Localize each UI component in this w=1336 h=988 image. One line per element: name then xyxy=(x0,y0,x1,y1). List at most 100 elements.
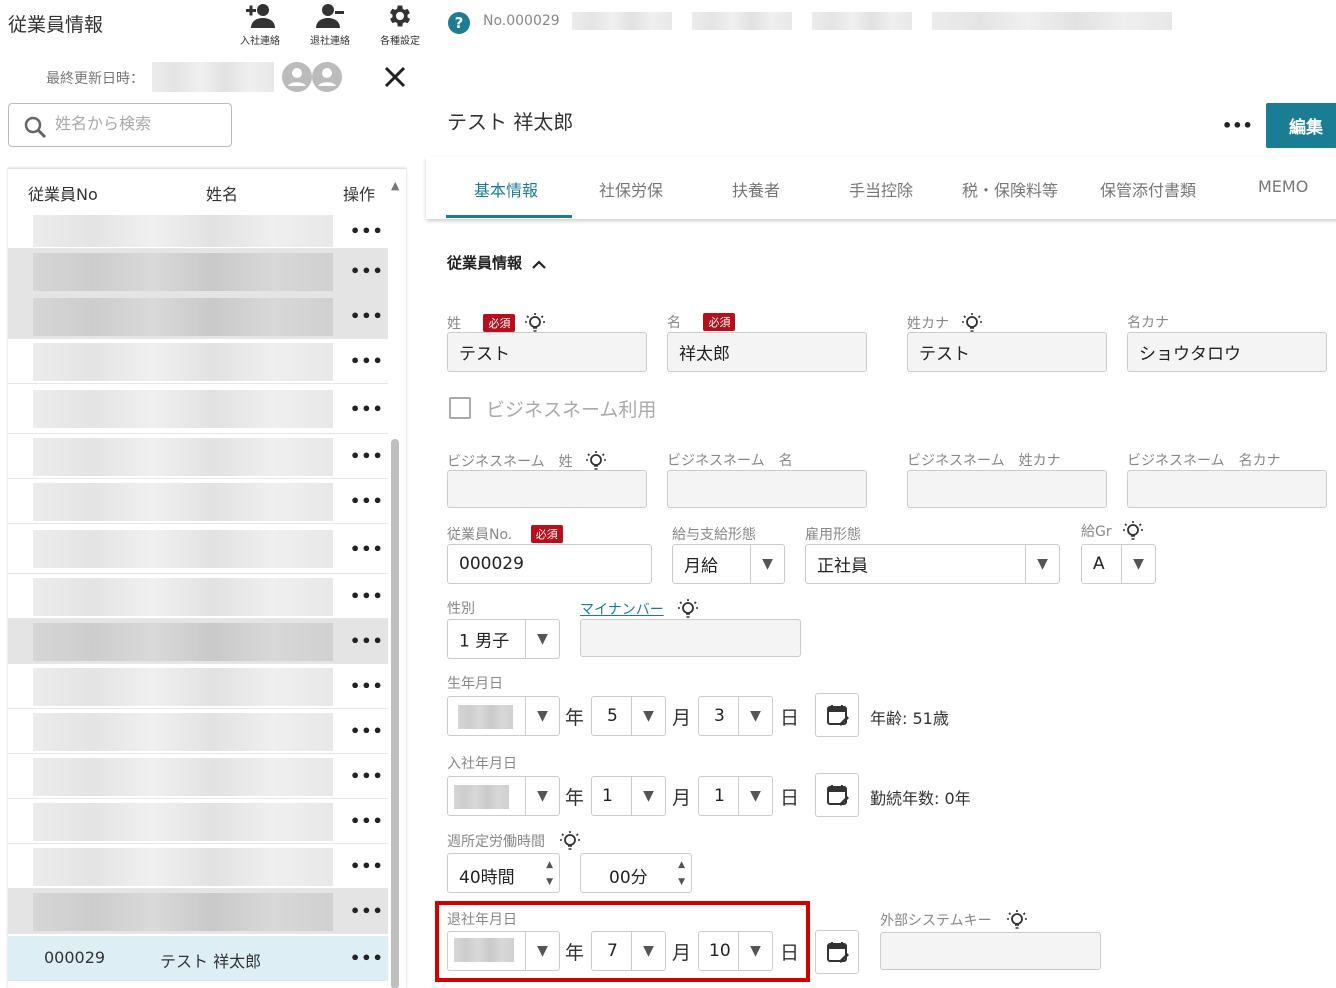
employee-no-field[interactable]: 000029 xyxy=(447,544,652,584)
list-item[interactable]: ••• xyxy=(8,384,388,434)
list-item[interactable]: ••• xyxy=(8,294,388,339)
row-menu-icon[interactable]: ••• xyxy=(350,722,384,741)
bn-sei-field[interactable] xyxy=(447,470,647,508)
row-menu-icon[interactable]: ••• xyxy=(350,812,384,831)
birth-calendar-button[interactable] xyxy=(815,693,859,737)
tab-bar: 基本情報 社保労保 扶養者 手当控除 税・保険料等 保管添付書類 MEMO xyxy=(426,157,1336,219)
mei-kana-field[interactable]: ショウタロウ xyxy=(1127,332,1327,372)
lightbulb-icon[interactable] xyxy=(524,312,546,334)
lightbulb-icon[interactable] xyxy=(677,598,699,620)
row-menu-icon[interactable]: ••• xyxy=(350,767,384,786)
lightbulb-icon[interactable] xyxy=(961,312,983,334)
row-menu-icon[interactable]: ••• xyxy=(350,352,384,371)
row-menu-icon[interactable]: ••• xyxy=(350,632,384,651)
row-menu-icon[interactable]: ••• xyxy=(350,399,384,418)
list-item[interactable]: ••• xyxy=(8,619,388,664)
tab-dependents[interactable]: 扶養者 xyxy=(732,177,780,201)
tab-tax-insurance[interactable]: 税・保険料等 xyxy=(962,177,1058,201)
tab-basic-info[interactable]: 基本情報 xyxy=(474,177,538,201)
row-menu-icon[interactable]: ••• xyxy=(350,587,384,606)
list-item[interactable]: ••• xyxy=(8,479,388,524)
hire-notice-button[interactable]: 入社連絡 xyxy=(230,2,290,47)
list-item[interactable]: ••• xyxy=(8,574,388,619)
active-tab-indicator xyxy=(446,215,572,218)
label-bn-mei-kana: ビジネスネーム 名カナ xyxy=(1127,453,1281,469)
list-item[interactable]: ••• xyxy=(8,754,388,799)
lightbulb-icon[interactable] xyxy=(1006,909,1028,931)
list-item[interactable]: ••• xyxy=(8,339,388,384)
tab-memo[interactable]: MEMO xyxy=(1258,177,1308,196)
lightbulb-icon[interactable] xyxy=(585,450,607,472)
retire-calendar-button[interactable] xyxy=(815,930,859,974)
list-item[interactable]: ••• xyxy=(8,664,388,709)
list-item[interactable]: ••• xyxy=(8,524,388,574)
list-header: 従業員No 姓名 操作 xyxy=(8,169,388,213)
bn-mei-kana-field[interactable] xyxy=(1127,470,1327,508)
lightbulb-icon[interactable] xyxy=(1122,520,1144,542)
day-unit: 日 xyxy=(780,707,800,729)
edit-button[interactable]: 編集 xyxy=(1266,103,1336,148)
list-item[interactable]: ••• xyxy=(8,709,388,754)
row-menu-icon[interactable]: ••• xyxy=(350,447,384,466)
last-updated-value-redacted xyxy=(152,62,274,92)
section-employee-info[interactable]: 従業員情報 xyxy=(447,252,547,273)
row-menu-icon[interactable]: ••• xyxy=(350,902,384,921)
row-menu-icon[interactable]: ••• xyxy=(350,221,384,240)
list-item[interactable]: ••• xyxy=(8,213,388,249)
sei-field[interactable]: テスト xyxy=(447,332,647,372)
hire-year-select[interactable]: ▼ xyxy=(447,776,560,816)
list-item[interactable]: ••• xyxy=(8,799,388,844)
pay-type-select[interactable]: 月給 ▼ xyxy=(672,544,785,584)
tab-attachments[interactable]: 保管添付書類 xyxy=(1100,177,1196,201)
sei-kana-field[interactable]: テスト xyxy=(907,332,1107,372)
bn-sei-kana-field[interactable] xyxy=(907,470,1107,508)
row-menu-icon[interactable]: ••• xyxy=(350,949,384,968)
birth-year-select[interactable]: ▼ xyxy=(447,696,560,736)
list-item[interactable]: ••• xyxy=(8,434,388,479)
lightbulb-icon[interactable] xyxy=(559,830,581,852)
row-menu-icon[interactable]: ••• xyxy=(350,492,384,511)
row-menu-icon[interactable]: ••• xyxy=(350,262,384,281)
mynumber-link[interactable]: マイナンバー xyxy=(580,599,664,619)
stepper-down-icon[interactable]: ▼ xyxy=(546,877,553,887)
tab-social-insurance[interactable]: 社保労保 xyxy=(599,177,663,201)
minutes-stepper[interactable]: 00分 ▲ ▼ xyxy=(580,853,692,893)
mynumber-field[interactable] xyxy=(580,619,801,657)
row-menu-icon[interactable]: ••• xyxy=(350,307,384,326)
birth-month-select[interactable]: 5 ▼ xyxy=(591,696,666,736)
search-input[interactable] xyxy=(55,114,225,133)
tab-allowances[interactable]: 手当控除 xyxy=(849,177,913,201)
employment-select[interactable]: 正社員 ▼ xyxy=(805,544,1060,584)
close-button[interactable] xyxy=(380,62,410,96)
more-menu-icon[interactable]: ••• xyxy=(1222,116,1253,135)
scroll-up-icon[interactable]: ▲ xyxy=(391,179,399,192)
list-item[interactable]: ••• xyxy=(8,889,388,934)
retire-notice-button[interactable]: 退社連絡 xyxy=(300,2,360,47)
selected-employee-name: テスト 祥太郎 xyxy=(160,952,262,971)
name-search[interactable] xyxy=(8,103,232,147)
row-menu-icon[interactable]: ••• xyxy=(350,539,384,558)
stepper-up-icon[interactable]: ▲ xyxy=(678,860,685,870)
external-key-field[interactable] xyxy=(880,932,1101,970)
question-circle-icon: ? xyxy=(448,12,470,34)
list-scrollbar[interactable] xyxy=(391,439,399,988)
gender-select[interactable]: 1 男子 ▼ xyxy=(447,619,560,659)
hire-calendar-button[interactable] xyxy=(815,773,859,817)
mei-field[interactable]: 祥太郎 xyxy=(667,332,867,372)
hire-day-select[interactable]: 1 ▼ xyxy=(698,776,773,816)
list-item-selected[interactable]: 000029 テスト 祥太郎 ••• xyxy=(8,936,388,981)
help-button[interactable]: ? xyxy=(447,11,471,39)
list-item[interactable]: ••• xyxy=(8,249,388,294)
hours-stepper[interactable]: 40時間 ▲ ▼ xyxy=(447,853,560,893)
settings-button[interactable]: 各種設定 xyxy=(370,2,430,47)
birth-day-select[interactable]: 3 ▼ xyxy=(698,696,773,736)
hire-month-select[interactable]: 1 ▼ xyxy=(591,776,666,816)
stepper-up-icon[interactable]: ▲ xyxy=(546,860,553,870)
row-menu-icon[interactable]: ••• xyxy=(350,857,384,876)
business-name-checkbox[interactable] xyxy=(449,397,471,419)
pay-group-select[interactable]: A ▼ xyxy=(1081,544,1156,584)
stepper-down-icon[interactable]: ▼ xyxy=(678,877,685,887)
list-item[interactable]: ••• xyxy=(8,844,388,889)
row-menu-icon[interactable]: ••• xyxy=(350,677,384,696)
bn-mei-field[interactable] xyxy=(667,470,867,508)
